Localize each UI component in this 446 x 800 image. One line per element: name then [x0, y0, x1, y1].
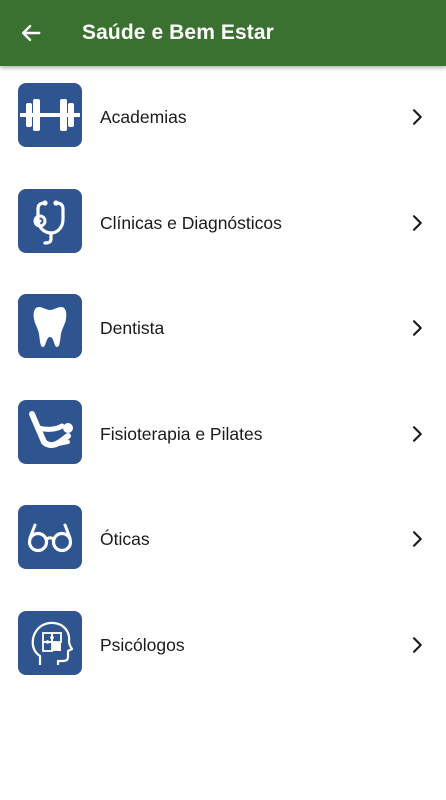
category-item-psicologos[interactable]: Psicólogos	[0, 594, 446, 700]
category-label: Clínicas e Diagnósticos	[100, 212, 282, 233]
eyeglasses-icon	[27, 523, 73, 553]
category-item-oticas[interactable]: Óticas	[0, 488, 446, 594]
category-label: Fisioterapia e Pilates	[100, 423, 263, 444]
chevron-right-icon	[412, 214, 422, 231]
chevron-right-icon	[412, 637, 422, 653]
category-label: Psicólogos	[100, 634, 185, 655]
dumbbell-icon	[20, 99, 80, 131]
category-icon-tile	[18, 399, 82, 464]
tooth-icon	[33, 307, 67, 348]
app-bar: Saúde e Bem Estar	[0, 0, 446, 66]
stethoscope-icon	[33, 199, 65, 245]
chevron-right-icon	[412, 531, 422, 548]
category-item-clinicas[interactable]: Clínicas e Diagnósticos	[0, 172, 446, 278]
category-icon-tile	[18, 294, 82, 359]
chevron-right-icon	[412, 425, 422, 442]
head-puzzle-icon	[31, 621, 74, 665]
arrow-left-icon	[22, 24, 41, 42]
category-label: Dentista	[100, 318, 165, 339]
chevron-right-icon	[412, 320, 422, 336]
back-button[interactable]	[10, 12, 52, 54]
category-label: Academias	[100, 107, 187, 127]
pilates-pose-icon	[29, 410, 73, 448]
chevron-right-icon	[412, 109, 422, 125]
category-icon-tile	[18, 610, 82, 675]
category-icon-tile	[18, 188, 82, 253]
category-item-academias[interactable]: Academias	[0, 66, 446, 172]
category-label: Óticas	[100, 529, 150, 550]
category-list: Academias Clínicas e Diagnósticos Dentis…	[0, 66, 446, 700]
category-icon-tile	[18, 83, 82, 147]
category-item-dentista[interactable]: Dentista	[0, 277, 446, 383]
category-item-fisioterapia[interactable]: Fisioterapia e Pilates	[0, 383, 446, 489]
page-title: Saúde e Bem Estar	[82, 21, 274, 44]
category-icon-tile	[18, 505, 82, 570]
